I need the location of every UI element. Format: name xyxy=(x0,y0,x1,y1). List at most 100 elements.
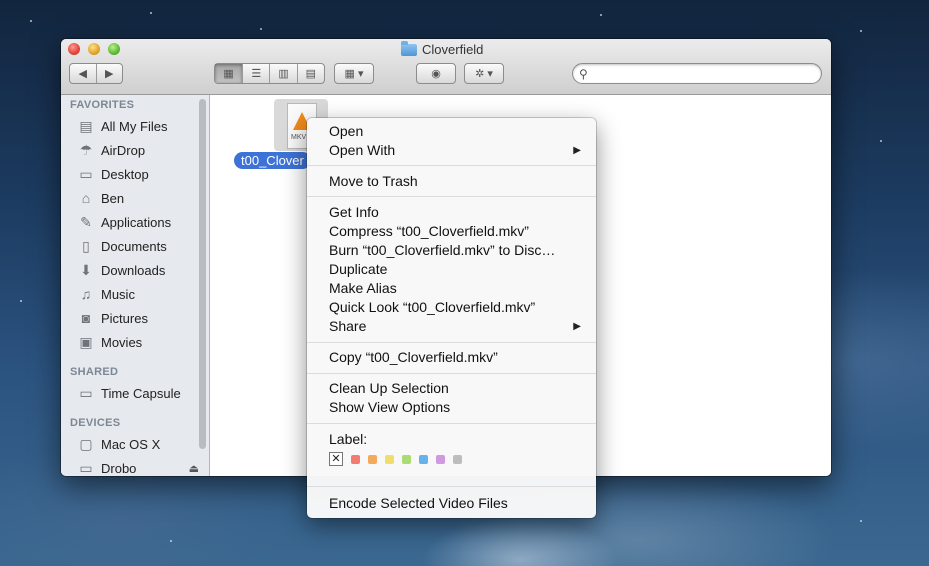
sidebar-header-devices: DEVICES xyxy=(70,417,121,429)
label-red-swatch[interactable] xyxy=(351,454,360,464)
sidebar-item-airdrop[interactable]: ☂ AirDrop xyxy=(77,139,199,161)
quick-look-button[interactable]: ◉ xyxy=(416,63,456,84)
sidebar-item-label: Mac OS X xyxy=(101,436,161,452)
back-forward-control: ◀ ▶ xyxy=(69,63,123,84)
menu-item-duplicate[interactable]: Duplicate xyxy=(329,260,589,279)
star xyxy=(30,20,32,22)
menu-item-copy[interactable]: Copy “t00_Cloverfield.mkv” xyxy=(329,348,589,367)
menu-separator xyxy=(307,196,596,197)
sidebar-item-mac-os-x[interactable]: ▢ Mac OS X xyxy=(77,433,199,455)
search-field[interactable]: ⚲ xyxy=(572,63,822,84)
label-gray-swatch[interactable] xyxy=(453,454,462,464)
cover-flow-icon: ▤ xyxy=(305,68,317,80)
desktop-icon: ▭ xyxy=(79,165,93,182)
sidebar-item-downloads[interactable]: ⬇ Downloads xyxy=(77,259,199,281)
sidebar-item-label: Pictures xyxy=(101,310,148,326)
grid-icon: ▦ xyxy=(223,68,234,80)
column-view-button[interactable]: ▥ xyxy=(270,64,298,83)
submenu-arrow-icon: ▶ xyxy=(573,321,581,332)
documents-icon: ▯ xyxy=(82,237,90,254)
menu-item-get-info[interactable]: Get Info xyxy=(329,203,589,222)
action-menu-button[interactable]: ✲ ▾ xyxy=(464,63,504,84)
sidebar-item-desktop[interactable]: ▭ Desktop xyxy=(77,163,199,185)
menu-separator xyxy=(307,373,596,374)
icon-view-button[interactable]: ▦ xyxy=(215,64,244,83)
star xyxy=(170,540,172,542)
sidebar-item-label: Movies xyxy=(101,334,143,350)
label-green-swatch[interactable] xyxy=(402,454,411,464)
cover-flow-button[interactable]: ▤ xyxy=(298,64,324,83)
view-mode-control: ▦ ☰ ▥ ▤ xyxy=(214,63,325,84)
menu-item-show-view-options[interactable]: Show View Options xyxy=(329,398,589,417)
folder-icon xyxy=(401,41,417,56)
sidebar-item-movies[interactable]: ▣ Movies xyxy=(77,331,199,353)
zoom-window-button[interactable] xyxy=(108,43,120,55)
search-input[interactable] xyxy=(595,66,814,83)
eye-icon: ◉ xyxy=(431,68,441,80)
sidebar-item-documents[interactable]: ▯ Documents xyxy=(77,235,199,257)
label-purple-swatch[interactable] xyxy=(436,454,445,464)
movies-icon: ▣ xyxy=(79,333,93,350)
menu-item-make-alias[interactable]: Make Alias xyxy=(329,279,589,298)
minimize-window-button[interactable] xyxy=(88,43,100,55)
columns-icon: ▥ xyxy=(278,68,289,80)
menu-item-label: Open With xyxy=(329,142,396,158)
sidebar-scrollbar[interactable] xyxy=(199,99,206,449)
menu-item-compress[interactable]: Compress “t00_Cloverfield.mkv” xyxy=(329,222,589,241)
sidebar-item-drobo[interactable]: ▭ Drobo ⏏ xyxy=(77,457,199,476)
arrange-menu-button[interactable]: ▦ ▾ xyxy=(334,63,374,84)
home-icon: ⌂ xyxy=(81,190,91,206)
menu-separator xyxy=(307,165,596,166)
drive-icon: ▭ xyxy=(79,459,93,476)
menu-item-clean-up-selection[interactable]: Clean Up Selection xyxy=(329,379,589,398)
star xyxy=(20,300,22,302)
airdrop-icon: ☂ xyxy=(79,141,93,158)
sidebar-item-pictures[interactable]: ◙ Pictures xyxy=(77,307,199,329)
sidebar-item-all-my-files[interactable]: ▤ All My Files xyxy=(77,115,199,137)
menu-item-share[interactable]: Share ▶ xyxy=(329,317,589,336)
window-title: Cloverfield xyxy=(401,41,483,59)
eject-icon[interactable]: ⏏ xyxy=(189,462,199,475)
label-color-picker: ✕ xyxy=(329,452,462,466)
sidebar-item-ben[interactable]: ⌂ Ben xyxy=(77,187,199,209)
file-name-label[interactable]: t00_Clover xyxy=(234,152,311,169)
menu-item-burn[interactable]: Burn “t00_Cloverfield.mkv” to Disc… xyxy=(329,241,589,260)
sidebar-item-label: Music xyxy=(101,286,135,302)
back-button[interactable]: ◀ xyxy=(70,64,97,83)
applications-icon: ✎ xyxy=(80,213,92,230)
gear-icon: ✲ ▾ xyxy=(475,68,493,80)
label-blue-swatch[interactable] xyxy=(419,454,428,464)
sidebar-item-applications[interactable]: ✎ Applications xyxy=(77,211,199,233)
menu-item-encode-selected-video-files[interactable]: Encode Selected Video Files xyxy=(329,494,589,513)
menu-separator xyxy=(307,342,596,343)
list-view-button[interactable]: ☰ xyxy=(243,64,271,83)
pictures-icon: ◙ xyxy=(81,310,91,326)
menu-item-move-to-trash[interactable]: Move to Trash xyxy=(329,172,589,191)
sidebar-header-favorites: FAVORITES xyxy=(70,99,135,111)
all-files-icon: ▤ xyxy=(79,117,93,134)
sidebar-item-label: Drobo xyxy=(101,460,137,476)
menu-item-open[interactable]: Open xyxy=(329,122,589,141)
sidebar-item-label: Applications xyxy=(101,214,172,230)
disk-icon: ▢ xyxy=(79,435,93,452)
star xyxy=(860,520,862,522)
quick-look-face: ◉ xyxy=(417,64,455,83)
menu-item-quick-look[interactable]: Quick Look “t00_Cloverfield.mkv” xyxy=(329,298,589,317)
time-capsule-icon: ▭ xyxy=(79,384,93,401)
context-menu: Open Open With ▶ Move to Trash Get Info C… xyxy=(307,118,596,518)
menu-item-open-with[interactable]: Open With ▶ xyxy=(329,141,589,160)
label-orange-swatch[interactable] xyxy=(368,454,377,464)
menu-separator xyxy=(307,423,596,424)
sidebar-item-music[interactable]: ♫ Music xyxy=(77,283,199,305)
action-button-face: ✲ ▾ xyxy=(465,64,503,83)
close-window-button[interactable] xyxy=(68,43,80,55)
sidebar-item-time-capsule[interactable]: ▭ Time Capsule xyxy=(77,382,199,404)
no-label-button[interactable]: ✕ xyxy=(329,452,343,466)
sidebar-item-label: AirDrop xyxy=(101,142,146,158)
downloads-icon: ⬇ xyxy=(80,261,92,278)
arrange-button-face: ▦ ▾ xyxy=(335,64,373,83)
forward-button[interactable]: ▶ xyxy=(97,64,123,83)
label-yellow-swatch[interactable] xyxy=(385,454,394,464)
search-icon: ⚲ xyxy=(579,67,588,81)
menu-separator xyxy=(307,486,596,487)
